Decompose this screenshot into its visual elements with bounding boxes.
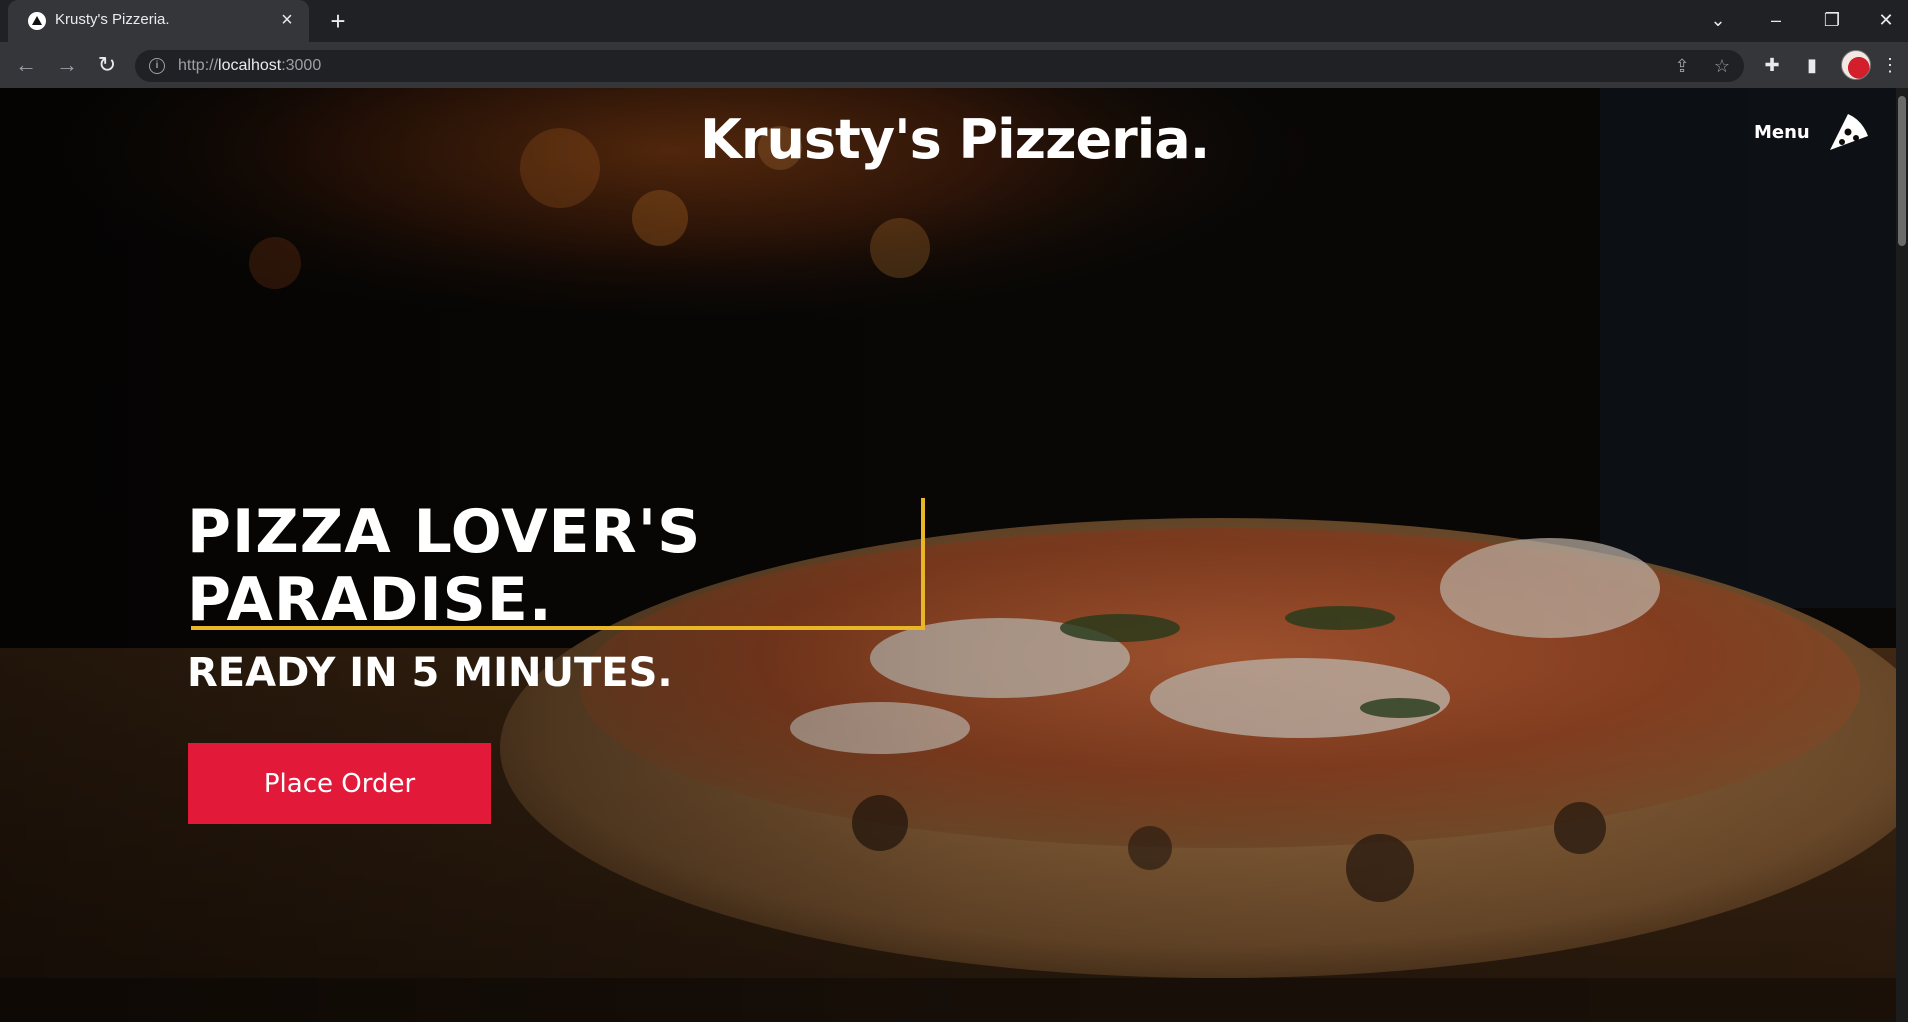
browser-toolbar: ← → ↻ i http://localhost:3000 ⇪ ☆ ✚ ▮ ⋮ xyxy=(0,42,1908,88)
close-window-icon[interactable]: ✕ xyxy=(1866,6,1906,34)
bookmark-star-icon[interactable]: ☆ xyxy=(1711,55,1733,77)
minimize-icon[interactable]: – xyxy=(1756,6,1796,34)
hero-headline-line1: PIZZA LOVER'S xyxy=(187,497,702,567)
extensions-puzzle-icon[interactable]: ✚ xyxy=(1759,52,1785,78)
site-info-icon[interactable]: i xyxy=(149,58,165,74)
menu-label[interactable]: Menu xyxy=(1754,122,1810,143)
new-tab-button[interactable]: + xyxy=(324,7,352,35)
browser-tab[interactable]: Krusty's Pizzeria. × xyxy=(8,0,309,42)
url-text[interactable]: http://localhost:3000 xyxy=(178,57,321,75)
tab-title: Krusty's Pizzeria. xyxy=(55,11,170,28)
restore-icon[interactable]: ❐ xyxy=(1812,6,1852,34)
address-bar[interactable]: i http://localhost:3000 ⇪ ☆ xyxy=(135,50,1744,82)
profile-avatar[interactable] xyxy=(1841,50,1871,80)
hero-headline-line2: PARADISE. xyxy=(187,565,553,635)
accent-bar-right xyxy=(921,498,925,630)
side-panel-icon[interactable]: ▮ xyxy=(1799,52,1825,78)
reload-icon[interactable]: ↻ xyxy=(93,51,121,79)
place-order-button[interactable]: Place Order xyxy=(188,743,491,824)
back-icon[interactable]: ← xyxy=(12,51,40,79)
hero-headline: PIZZA LOVER'S PARADISE. xyxy=(187,498,701,634)
hero-headline-block: PIZZA LOVER'S PARADISE. xyxy=(187,498,925,634)
more-menu-icon[interactable]: ⋮ xyxy=(1877,52,1903,78)
forward-icon[interactable]: → xyxy=(53,51,81,79)
site-brand[interactable]: Krusty's Pizzeria. xyxy=(700,108,1210,171)
scrollbar-thumb[interactable] xyxy=(1898,96,1906,246)
scrollbar[interactable] xyxy=(1896,88,1908,1022)
tab-search-icon[interactable]: ⌄ xyxy=(1698,6,1738,34)
hero-subheading: READY IN 5 MINUTES. xyxy=(187,650,673,696)
tab-strip: Krusty's Pizzeria. × + ⌄ – ❐ ✕ xyxy=(0,0,1908,42)
triangle-logo-icon xyxy=(28,12,46,30)
close-tab-icon[interactable]: × xyxy=(275,8,299,32)
share-icon[interactable]: ⇪ xyxy=(1671,55,1693,77)
pizza-slice-icon[interactable] xyxy=(1826,110,1870,154)
accent-bar-bottom xyxy=(191,626,925,630)
page-viewport: Krusty's Pizzeria. Menu PIZZA LOVER'S PA… xyxy=(0,88,1908,1022)
